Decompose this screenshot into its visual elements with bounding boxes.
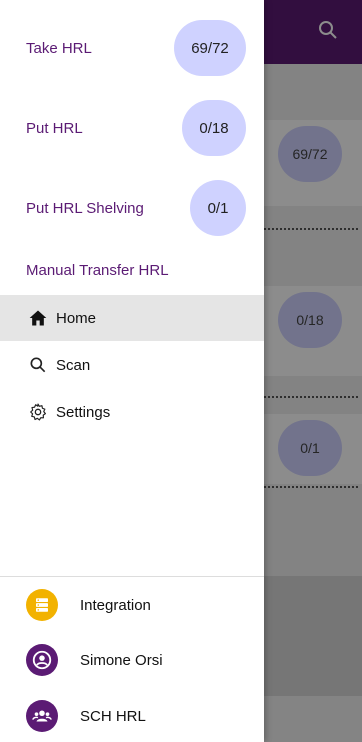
group-icon bbox=[26, 700, 58, 732]
count-badge: 69/72 bbox=[174, 20, 246, 76]
menu-item-take-hrl[interactable]: Take HRL 69/72 bbox=[0, 20, 264, 76]
nav-item-label: Home bbox=[56, 309, 97, 327]
server-icon bbox=[26, 589, 58, 621]
footer-item-label: SCH HRL bbox=[80, 707, 146, 725]
menu-item-label: Put HRL Shelving bbox=[26, 199, 144, 217]
menu-item-label: Put HRL bbox=[26, 119, 83, 137]
menu-item-label: Manual Transfer HRL bbox=[26, 261, 169, 279]
nav-item-label: Settings bbox=[56, 403, 111, 421]
menu-item-label: Take HRL bbox=[26, 39, 92, 57]
home-icon bbox=[28, 308, 48, 328]
drawer-divider bbox=[0, 576, 264, 577]
account-icon bbox=[26, 644, 58, 676]
count-badge: 0/18 bbox=[182, 100, 246, 156]
nav-item-settings[interactable]: Settings bbox=[0, 389, 264, 435]
footer-item-label: Simone Orsi bbox=[80, 651, 163, 669]
search-icon bbox=[28, 355, 48, 375]
menu-item-put-hrl[interactable]: Put HRL 0/18 bbox=[0, 100, 264, 156]
footer-item-team[interactable]: SCH HRL bbox=[0, 692, 264, 740]
footer-item-user[interactable]: Simone Orsi bbox=[0, 636, 264, 684]
navigation-drawer: Take HRL 69/72 Put HRL 0/18 Put HRL Shel… bbox=[0, 0, 264, 742]
count-badge: 0/1 bbox=[190, 180, 246, 236]
footer-item-label: Integration bbox=[80, 596, 151, 614]
gear-icon bbox=[28, 402, 48, 422]
footer-item-integration[interactable]: Integration bbox=[0, 581, 264, 629]
menu-item-put-hrl-shelving[interactable]: Put HRL Shelving 0/1 bbox=[0, 180, 264, 236]
menu-item-manual-transfer-hrl[interactable]: Manual Transfer HRL bbox=[0, 250, 264, 290]
nav-item-scan[interactable]: Scan bbox=[0, 342, 264, 388]
nav-item-label: Scan bbox=[56, 356, 91, 374]
nav-item-home[interactable]: Home bbox=[0, 295, 264, 341]
